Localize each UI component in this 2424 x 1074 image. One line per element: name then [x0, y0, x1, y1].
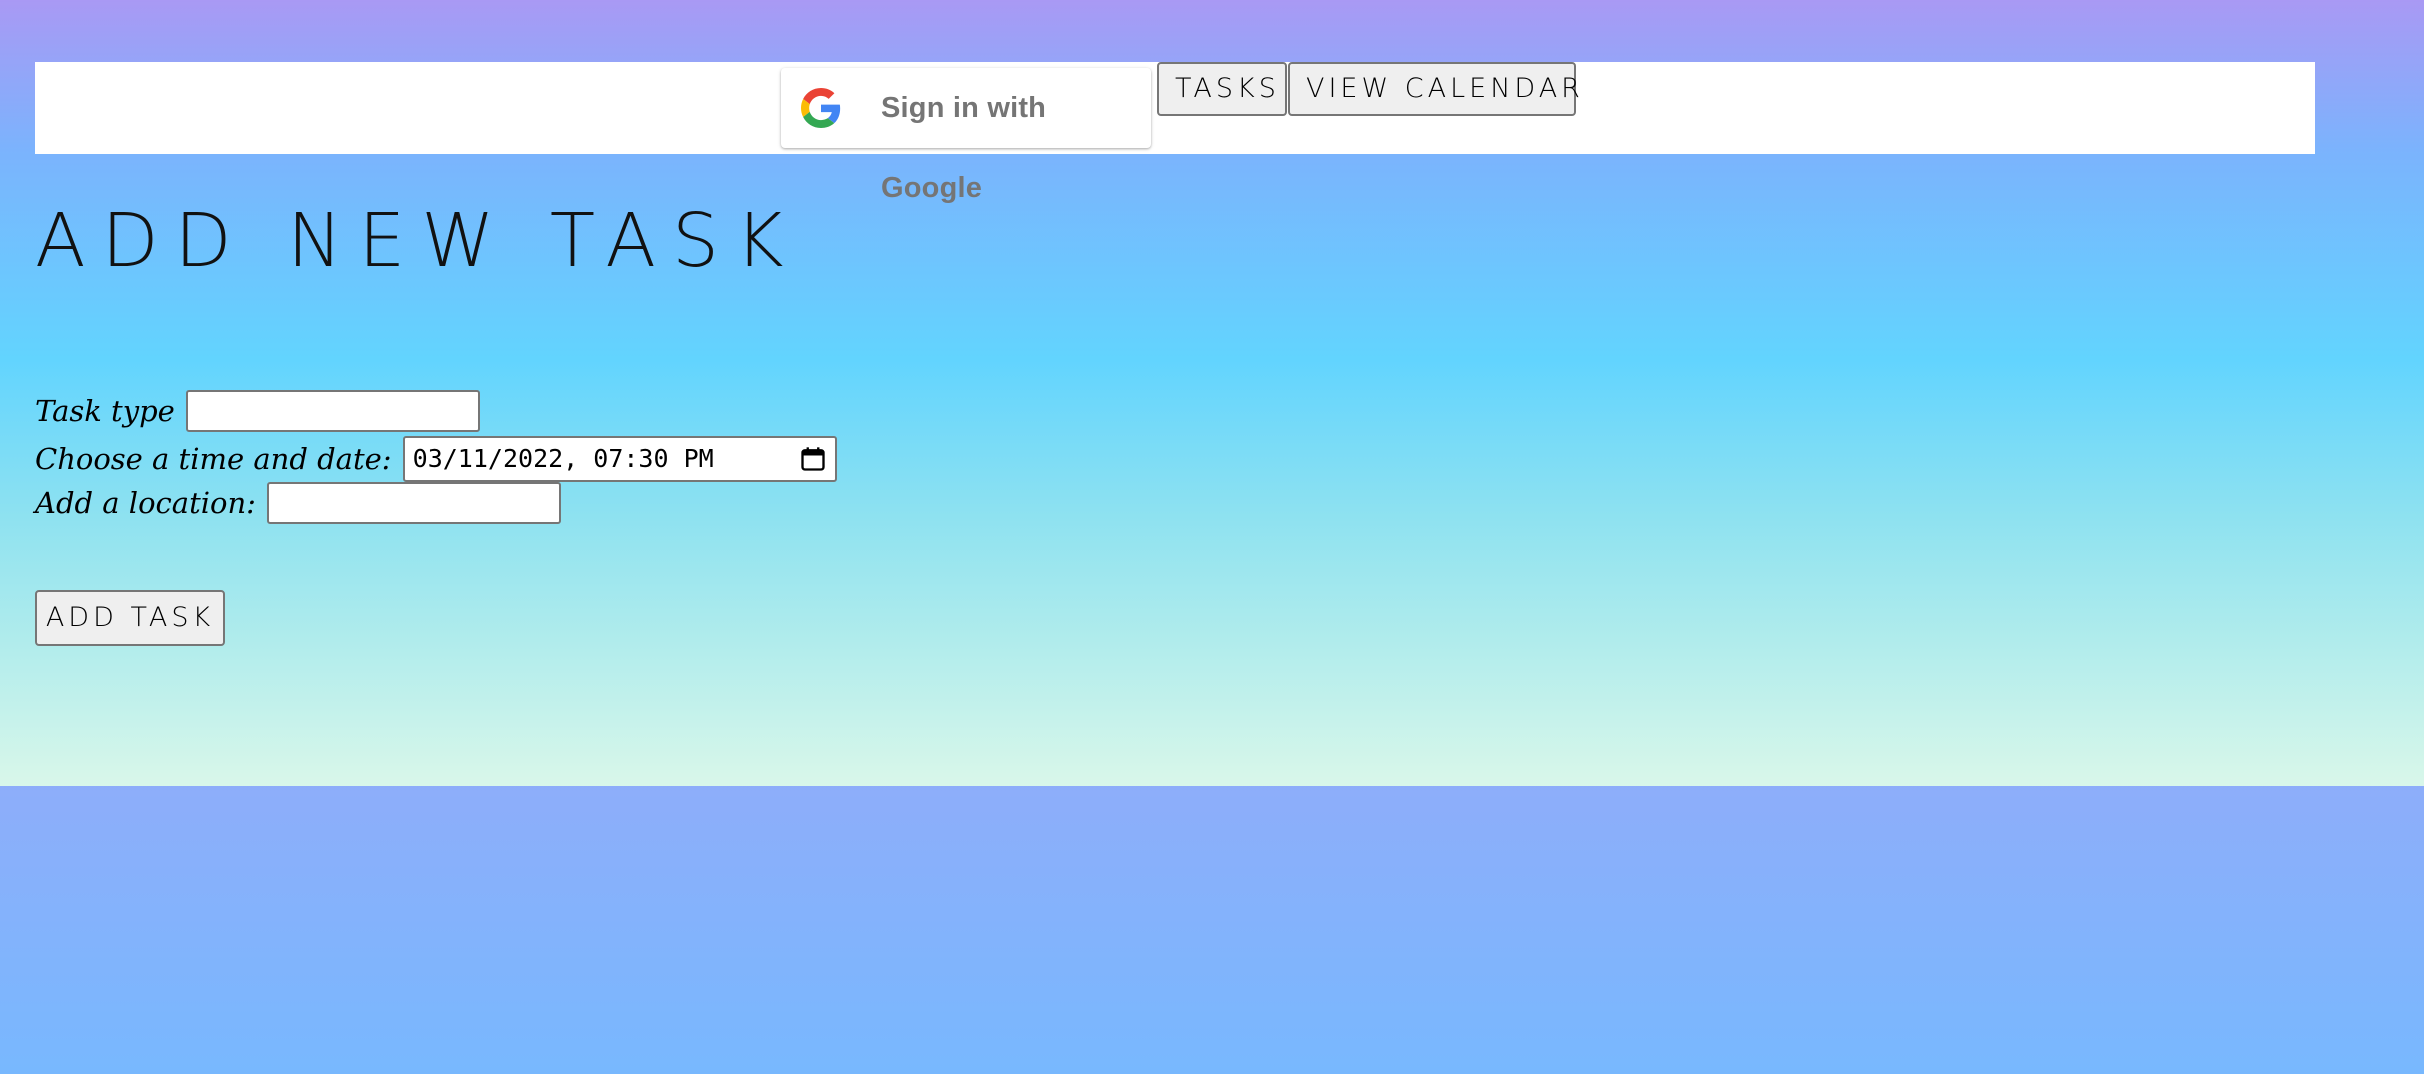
calendar-icon[interactable]	[799, 445, 827, 473]
task-type-input[interactable]	[185, 390, 480, 432]
page-title: Add New Task	[35, 198, 800, 284]
add-task-button[interactable]: Add Task	[35, 590, 225, 646]
location-input[interactable]	[267, 482, 561, 524]
task-type-label: Task type	[35, 394, 175, 428]
datetime-input[interactable]: 03/11/2022, 07:30 PM	[402, 436, 837, 482]
google-signin-label: Sign in with Google	[881, 92, 1047, 204]
google-signin-button[interactable]: Sign in with Google	[781, 68, 1151, 204]
datetime-value: 03/11/2022, 07:30 PM	[412, 444, 714, 473]
add-task-button-label: Add Task	[45, 602, 215, 633]
task-type-row: Task type	[35, 390, 480, 436]
location-label: Add a location:	[35, 486, 256, 520]
location-row: Add a location:	[35, 482, 561, 528]
page-background: Sign in with Google Tasks View Calendar …	[0, 0, 2424, 786]
google-logo-icon	[801, 88, 841, 128]
view-calendar-button[interactable]: View Calendar	[1288, 62, 1580, 116]
top-navbar: Sign in with Google Tasks View Calendar	[35, 62, 2315, 204]
tasks-button-label: Tasks	[1175, 73, 1280, 104]
view-calendar-button-label: View Calendar	[1306, 73, 1584, 104]
tasks-button[interactable]: Tasks	[1157, 62, 1287, 116]
datetime-row: Choose a time and date: 03/11/2022, 07:3…	[35, 436, 837, 482]
datetime-label: Choose a time and date:	[35, 442, 392, 476]
